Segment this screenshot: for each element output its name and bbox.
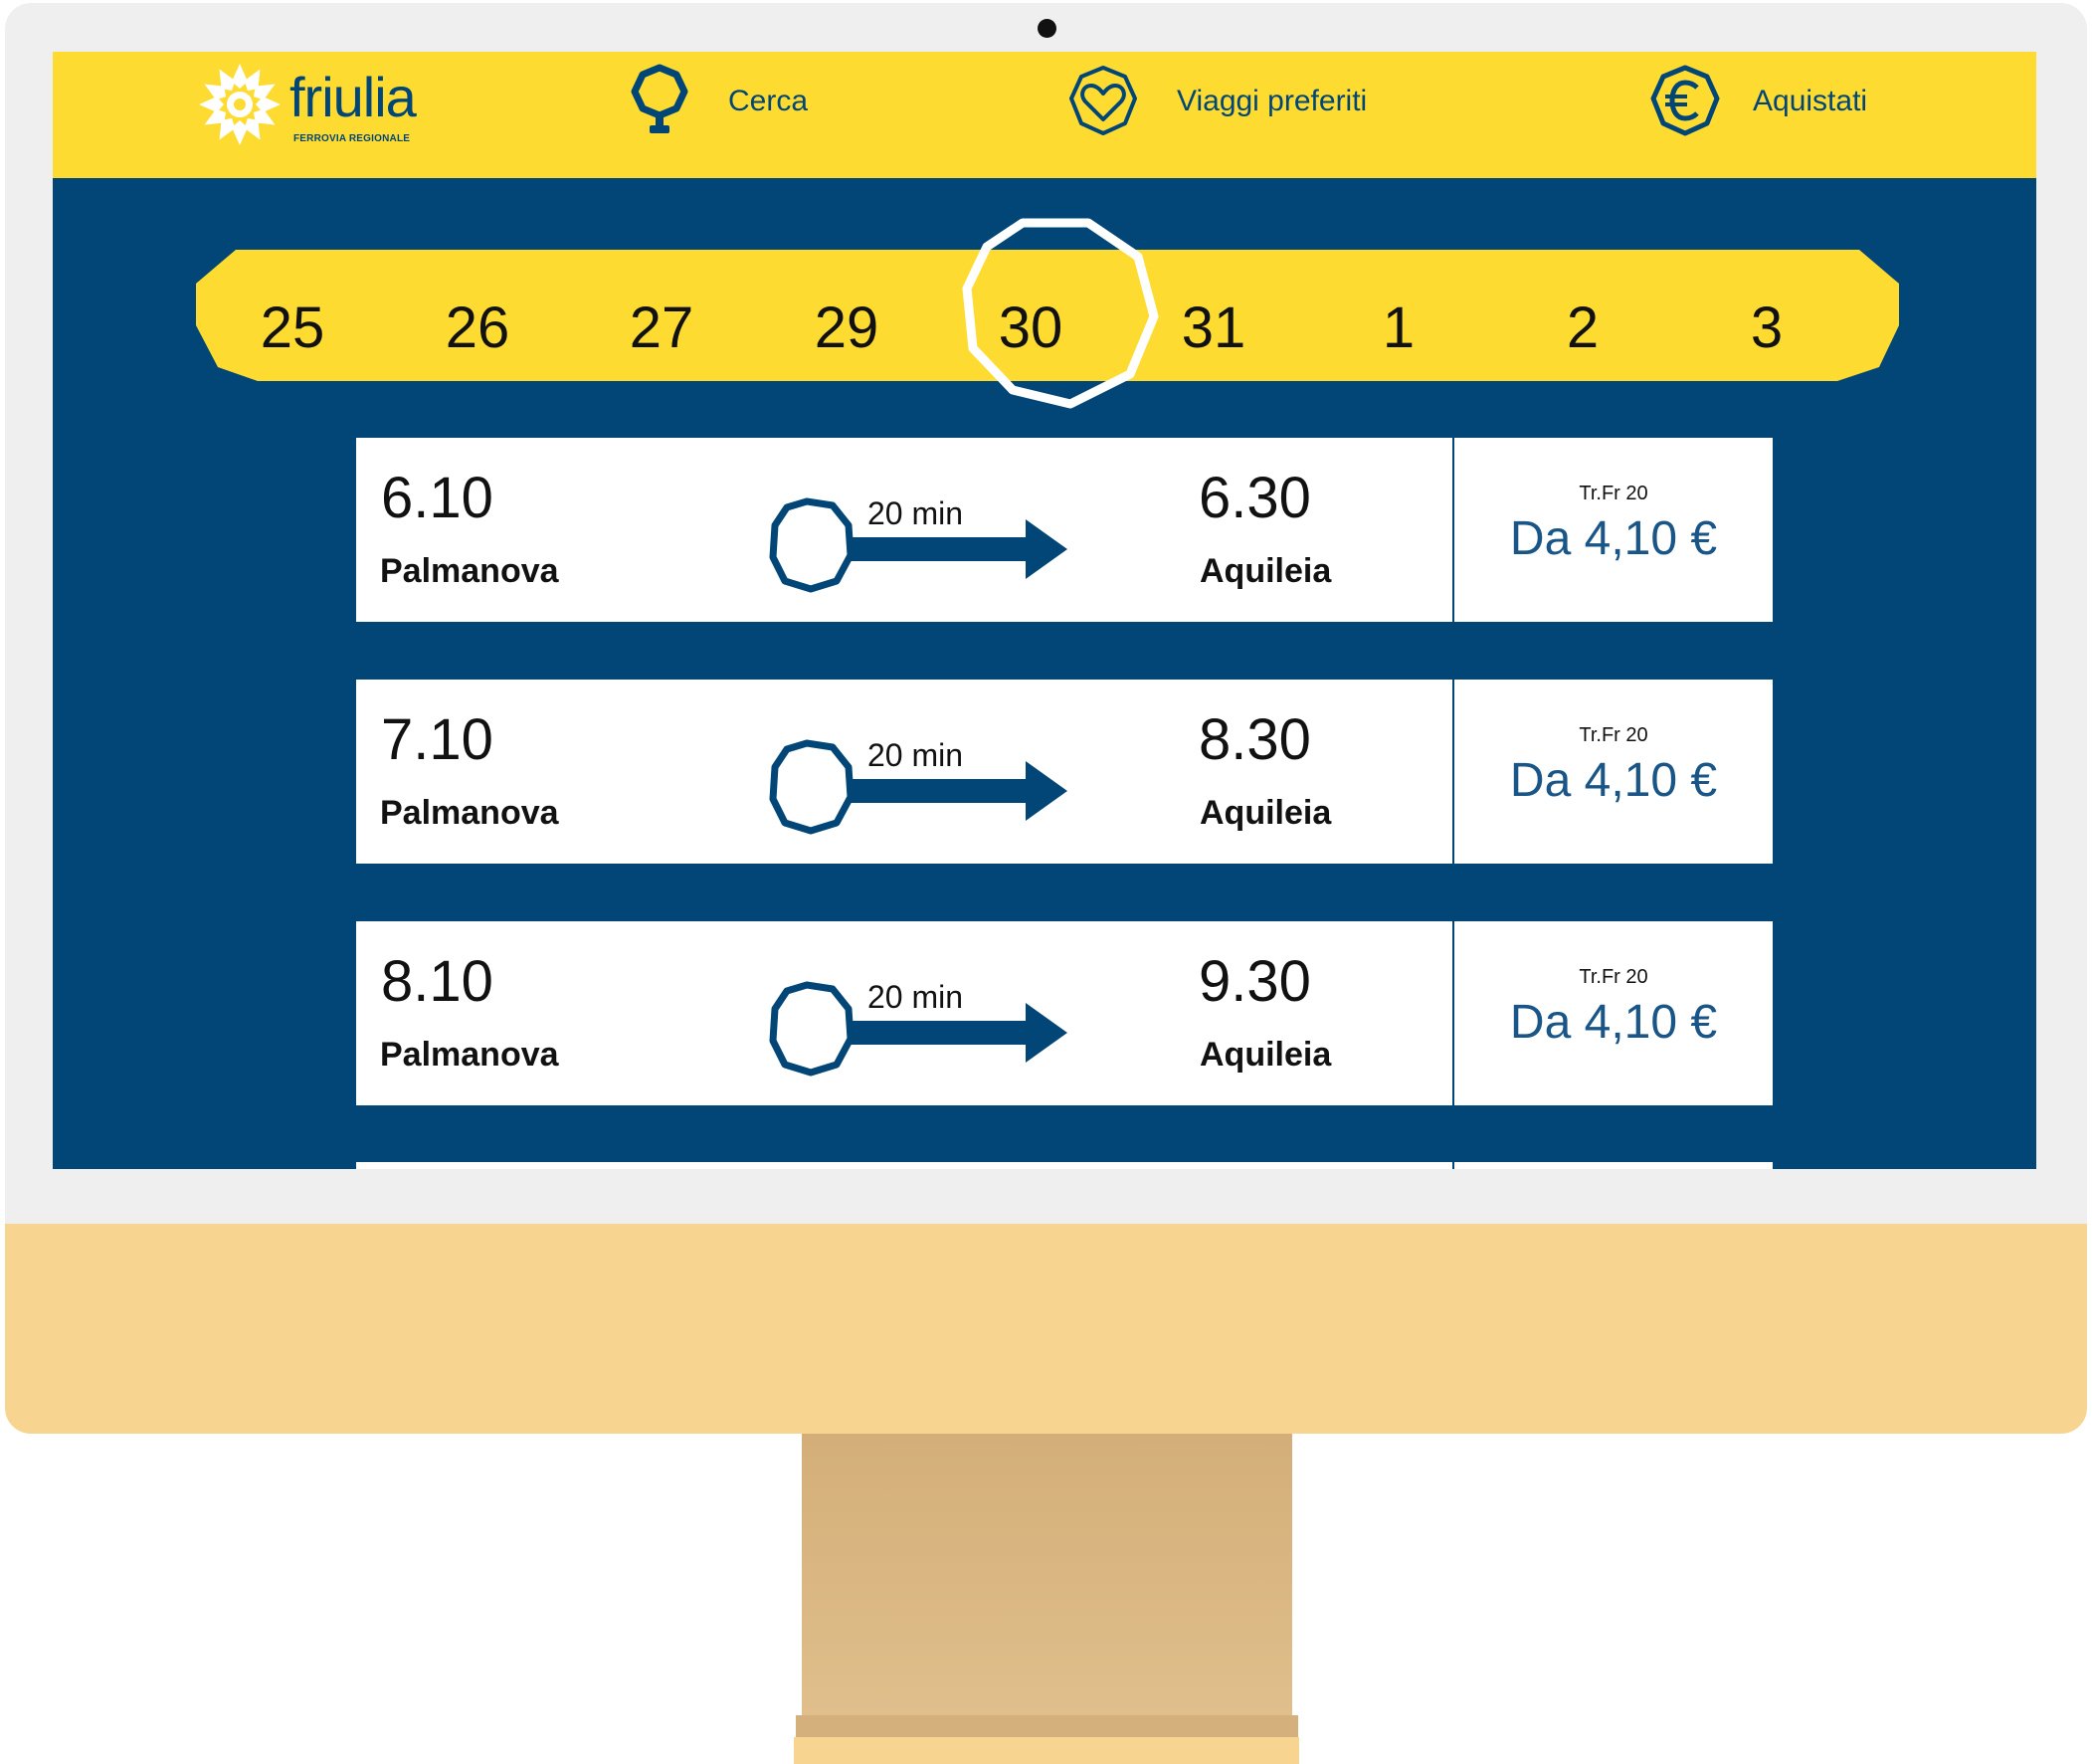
departure-time: 7.10	[381, 707, 493, 772]
brand-logo[interactable]: friulia FERROVIA REGIONALE	[197, 62, 456, 153]
departure-station: Palmanova	[380, 552, 559, 590]
trip-duration: 20 min	[867, 979, 964, 1015]
arrival-time: 9.30	[1199, 949, 1311, 1014]
date-2[interactable]: 2	[1523, 299, 1642, 357]
monitor-foot	[794, 1737, 1299, 1764]
arrival-time: 6.30	[1199, 466, 1311, 530]
monitor-stand	[802, 1434, 1292, 1715]
date-31[interactable]: 31	[1154, 299, 1273, 357]
trip-price: Da 4,10 €	[1509, 754, 1718, 807]
arrival-station: Aquileia	[1200, 1036, 1332, 1074]
trip-card[interactable]: 8.10 Palmanova 20 min 9.30 Aquileia Tr.F…	[356, 921, 1773, 1105]
arrival-station: Aquileia	[1200, 552, 1332, 590]
date-3[interactable]: 3	[1707, 299, 1826, 357]
brand-subtitle: FERROVIA REGIONALE	[293, 133, 411, 144]
arrival-station: Aquileia	[1200, 794, 1332, 832]
date-26[interactable]: 26	[418, 299, 537, 357]
trip-price: Da 4,10 €	[1509, 512, 1718, 565]
fare-class: Tr.Fr 20	[1579, 483, 1648, 504]
selected-date-ring	[962, 218, 1159, 409]
departure-station: Palmanova	[380, 794, 559, 832]
nav-purchased[interactable]: Aquistati	[1647, 62, 1867, 141]
nav-favorites-label: Viaggi preferiti	[1177, 85, 1368, 117]
nav-search[interactable]: Cerca	[625, 62, 808, 141]
fare-class: Tr.Fr 20	[1579, 966, 1648, 988]
card-divider	[1452, 1162, 1454, 1169]
heart-icon	[1069, 66, 1137, 135]
departure-time: 6.10	[381, 466, 493, 530]
fare-class: Tr.Fr 20	[1579, 724, 1648, 746]
app-screen: friulia FERROVIA REGIONALE Cerca Viaggi …	[53, 52, 2036, 1169]
search-icon	[631, 64, 688, 133]
nav-purchased-label: Aquistati	[1753, 85, 1868, 117]
departure-station: Palmanova	[380, 1036, 559, 1074]
arrival-time: 8.30	[1199, 707, 1311, 772]
trip-card-partial[interactable]	[356, 1162, 1773, 1169]
trip-card[interactable]: 6.10 Palmanova 20 min 6.30 Aquileia Tr.F…	[356, 438, 1773, 622]
departure-time: 8.10	[381, 949, 493, 1014]
brand-name: friulia	[289, 66, 417, 128]
nav-search-label: Cerca	[728, 85, 809, 117]
top-nav-bar: friulia FERROVIA REGIONALE Cerca Viaggi …	[53, 52, 2036, 178]
date-25[interactable]: 25	[233, 299, 352, 357]
euro-icon	[1650, 65, 1720, 136]
trip-duration: 20 min	[867, 737, 964, 773]
sun-logo-icon	[199, 64, 281, 145]
nav-favorites[interactable]: Viaggi preferiti	[1065, 62, 1367, 141]
trip-price: Da 4,10 €	[1509, 996, 1718, 1049]
webcam	[1038, 19, 1056, 38]
date-27[interactable]: 27	[602, 299, 721, 357]
date-29[interactable]: 29	[787, 299, 906, 357]
trip-card[interactable]: 7.10 Palmanova 20 min 8.30 Aquileia Tr.F…	[356, 680, 1773, 864]
monitor-stand-ledge	[796, 1715, 1298, 1737]
monitor-chin	[5, 1224, 2087, 1434]
trip-duration: 20 min	[867, 495, 964, 531]
date-1[interactable]: 1	[1339, 299, 1458, 357]
